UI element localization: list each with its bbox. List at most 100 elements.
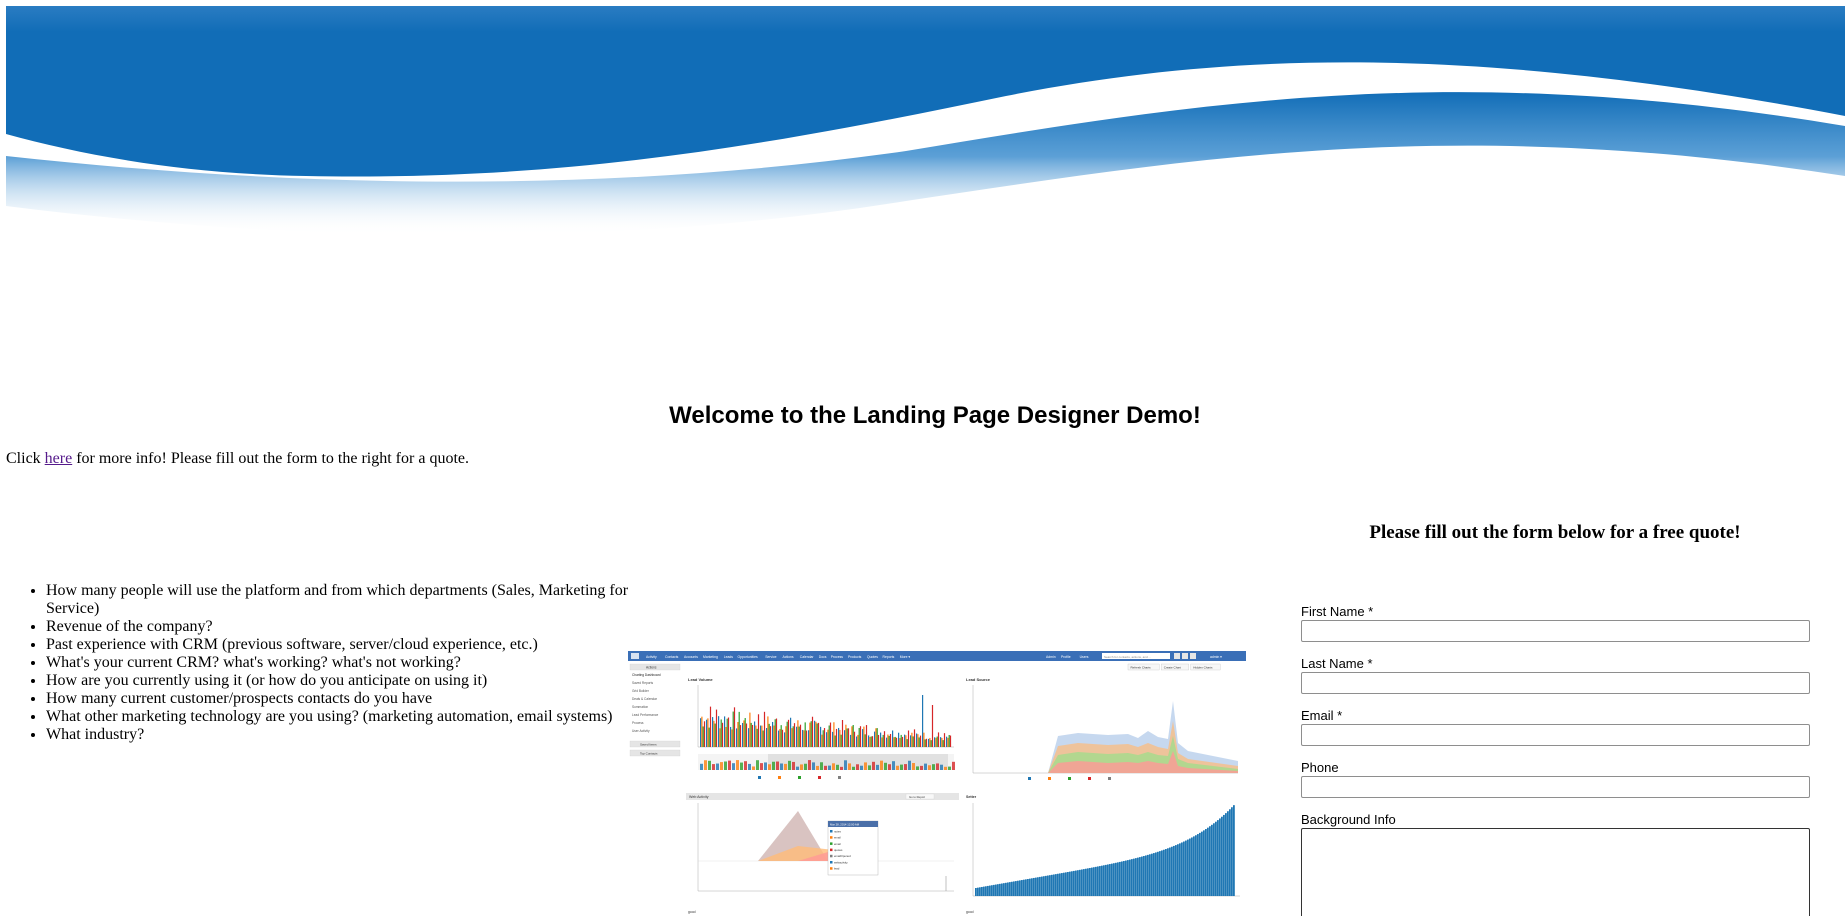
lead-volume-bar: [702, 726, 704, 747]
lead-volume-bar: [874, 731, 876, 747]
lead-volume-bar: [835, 728, 838, 747]
dashboard-nav-right-item[interactable]: Profile: [1061, 655, 1071, 659]
lead-volume-bar: [827, 729, 829, 747]
lead-volume-bar: [936, 736, 938, 747]
lead-volume-mini-bar: [744, 761, 747, 770]
dashboard-nav-item[interactable]: Opportunities: [738, 655, 758, 659]
lead-volume-bar: [811, 716, 814, 747]
lead-volume-bar: [808, 730, 810, 747]
tooltip-row-label: notes: [834, 829, 841, 833]
lead-volume-mini-bar: [724, 761, 727, 770]
setter-bar: [1109, 864, 1111, 896]
question-item: What other marketing technology are you …: [46, 708, 636, 726]
dashboard-sidebar-item[interactable]: User Activity: [632, 729, 650, 733]
lead-volume-bar: [898, 732, 900, 747]
setter-bar: [1137, 857, 1139, 896]
dashboard-sidebar-item[interactable]: Deals & Calendar: [632, 697, 658, 701]
setter-bar: [1063, 872, 1065, 896]
dashboard-nav-item[interactable]: Service: [765, 655, 776, 659]
last-name-input[interactable]: [1301, 672, 1810, 694]
lead-volume-bar: [820, 726, 822, 747]
lead-volume-mini-bar: [780, 763, 783, 770]
setter-bar: [1157, 851, 1159, 896]
lead-volume-bar: [719, 728, 721, 747]
dashboard-nav-item[interactable]: Activity: [646, 655, 657, 659]
dashboard-nav-item[interactable]: Calendar: [800, 655, 815, 659]
lead-volume-mini-bar: [872, 761, 875, 770]
lead-volume-legend-swatch: [838, 776, 841, 779]
dashboard-sidebar-item[interactable]: Summation: [632, 705, 648, 709]
lead-volume-mini-bar: [728, 760, 731, 770]
setter-bar: [1131, 859, 1133, 896]
lead-volume-mini-bar: [832, 763, 835, 770]
phone-input[interactable]: [1301, 776, 1810, 798]
lead-volume-bar: [852, 724, 854, 747]
web-activity-chart: Mar 28, 2014 12:00 AM notes email email quo…: [697, 803, 954, 892]
dashboard-nav-right-item[interactable]: Users: [1080, 655, 1089, 659]
lead-volume-bar: [822, 730, 824, 747]
lead-volume-mini-bar: [756, 760, 759, 770]
lead-source-legend-swatch: [1068, 777, 1071, 780]
lead-volume-bar: [838, 727, 840, 747]
lead-volume-bar: [779, 729, 781, 747]
dashboard-settings-icon: [1182, 653, 1188, 659]
dashboard-nav-item[interactable]: Contacts: [665, 655, 679, 659]
setter-bar: [1147, 854, 1149, 896]
question-item: How are you currently using it (or how d…: [46, 672, 636, 690]
lead-volume-mini-bar: [836, 764, 839, 770]
dashboard-nav-right-item[interactable]: Admin: [1046, 655, 1056, 659]
setter-bar: [1081, 869, 1083, 896]
setter-bar: [995, 884, 997, 896]
first-name-input[interactable]: [1301, 620, 1810, 642]
lead-volume-bar: [844, 730, 846, 747]
lead-volume-mini-bar: [804, 763, 807, 770]
dashboard-sidebar-item[interactable]: Charting Dashboard: [632, 673, 661, 677]
lead-volume-bar: [930, 740, 932, 747]
background-info-textarea[interactable]: [1301, 828, 1810, 916]
dashboard-nav-item[interactable]: Marketing: [703, 655, 718, 659]
dashboard-logo-icon: [631, 653, 639, 659]
email-input[interactable]: [1301, 724, 1810, 746]
dashboard-nav-item[interactable]: Accounts: [684, 655, 698, 659]
setter-bar: [1227, 811, 1229, 896]
question-item: Revenue of the company?: [46, 618, 636, 636]
lead-volume-bar: [742, 722, 744, 747]
lead-volume-bar: [839, 729, 841, 747]
lead-volume-legend-swatch: [798, 776, 801, 779]
lead-volume-bar: [751, 724, 754, 747]
dashboard-nav-item[interactable]: Products: [848, 655, 862, 659]
lead-volume-bar: [871, 736, 874, 747]
setter-bar: [1077, 870, 1079, 896]
dashboard-nav-item[interactable]: Process: [831, 655, 844, 659]
lead-volume-mini-bar: [908, 760, 911, 770]
tooltip-row-swatch: [830, 836, 833, 839]
dashboard-nav-item[interactable]: More ▾: [900, 655, 911, 659]
setter-bar: [1129, 859, 1131, 896]
lead-volume-bar: [857, 734, 859, 747]
lead-volume-mini-bar: [752, 766, 755, 770]
dashboard-nav-item[interactable]: Leads: [724, 655, 734, 659]
dashboard-nav-item[interactable]: Actions: [783, 655, 794, 659]
lead-volume-mini-bar: [788, 760, 791, 770]
setter-bar: [1045, 875, 1047, 896]
setter-bar: [1177, 844, 1179, 896]
tooltip-row-label: webactivity: [834, 860, 848, 864]
setter-bar: [1199, 832, 1201, 896]
lead-volume-bar: [934, 737, 936, 747]
dashboard-sidebar-item[interactable]: Lead Performance: [632, 713, 658, 717]
setter-bar: [1001, 883, 1003, 896]
dashboard-nav-item[interactable]: Docs: [819, 655, 827, 659]
lead-volume-bar: [762, 730, 764, 747]
dashboard-sidebar-item[interactable]: Grid Builder: [632, 689, 650, 693]
lead-volume-mini-bar: [840, 766, 843, 770]
dashboard-nav-item[interactable]: Quotes: [867, 655, 878, 659]
crm-dashboard-screenshot: Activity Contacts Accounts Marketing Leads Op…: [628, 651, 1246, 916]
lead-volume-mini-bar: [904, 764, 907, 770]
more-info-link[interactable]: here: [45, 450, 73, 467]
lead-volume-mini-bar: [912, 763, 915, 770]
lead-volume-bar: [925, 738, 928, 747]
lead-volume-bar: [750, 722, 752, 747]
dashboard-sidebar-item[interactable]: Process: [632, 721, 644, 725]
dashboard-sidebar-item[interactable]: Saved Reports: [632, 681, 653, 685]
dashboard-nav-item[interactable]: Reports: [883, 655, 895, 659]
